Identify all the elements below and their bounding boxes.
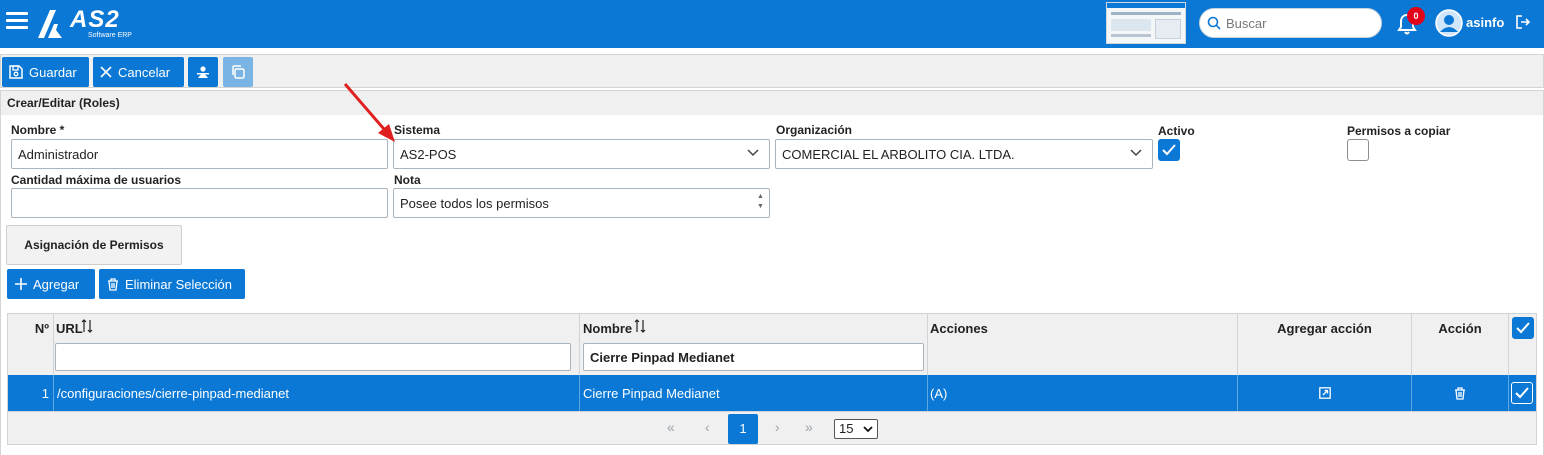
save-icon xyxy=(9,65,23,79)
url-filter-input[interactable] xyxy=(55,343,571,371)
logo-subtitle: Software ERP xyxy=(88,32,132,39)
row-add-action[interactable] xyxy=(1238,375,1412,411)
col-url-label: URL xyxy=(56,321,83,336)
organizacion-select[interactable]: COMERCIAL EL ARBOLITO CIA. LTDA. xyxy=(775,139,1153,169)
chevron-down-icon xyxy=(1130,149,1142,157)
nombre-filter-value: Cierre Pinpad Medianet xyxy=(590,349,735,365)
save-label: Guardar xyxy=(29,64,77,80)
col-nombre-label: Nombre xyxy=(583,321,633,336)
permisos-copiar-label: Permisos a copiar xyxy=(1347,124,1451,138)
chevron-down-icon xyxy=(863,426,873,433)
avatar-icon[interactable] xyxy=(1435,9,1463,37)
delete-selection-label: Eliminar Selección xyxy=(125,276,232,292)
cantidad-field[interactable] xyxy=(11,188,388,218)
user-roles-button[interactable] xyxy=(188,57,218,87)
logo-text: AS2 xyxy=(70,6,120,33)
users-icon xyxy=(197,66,209,78)
permisos-copiar-checkbox[interactable] xyxy=(1347,139,1369,161)
next-page-button[interactable]: › xyxy=(775,419,780,435)
top-navbar: AS2 Software ERP 0 asinfo xyxy=(0,0,1544,48)
cantidad-label: Cantidad máxima de usuarios xyxy=(11,173,182,187)
app-logo[interactable]: AS2 Software ERP xyxy=(36,6,136,42)
col-acciones-header: Acciones xyxy=(928,314,1238,375)
col-agregar-accion-label: Agregar acción xyxy=(1277,321,1372,336)
copy-icon xyxy=(232,65,245,79)
nota-label: Nota xyxy=(394,173,421,187)
sort-icon[interactable] xyxy=(81,319,93,333)
delete-selection-button[interactable]: Eliminar Selección xyxy=(99,269,245,299)
trash-icon[interactable] xyxy=(1454,386,1466,400)
plus-icon xyxy=(15,278,27,290)
menu-icon[interactable] xyxy=(6,12,28,32)
nombre-field[interactable]: Administrador xyxy=(11,139,388,169)
notification-badge: 0 xyxy=(1407,7,1425,25)
open-external-icon[interactable] xyxy=(1318,387,1331,399)
organizacion-label: Organización xyxy=(776,123,853,137)
col-select-header xyxy=(1509,314,1536,375)
row-nombre: Cierre Pinpad Medianet xyxy=(580,375,928,411)
col-accion-label: Acción xyxy=(1438,321,1482,336)
add-button[interactable]: Agregar xyxy=(7,269,95,299)
activo-label: Activo xyxy=(1158,124,1195,138)
col-nombre-header[interactable]: Nombre Cierre Pinpad Medianet xyxy=(580,314,928,375)
trash-icon xyxy=(108,277,118,291)
close-icon xyxy=(100,66,112,78)
username[interactable]: asinfo xyxy=(1466,15,1504,30)
last-page-button[interactable]: » xyxy=(805,419,813,435)
duplicate-button[interactable] xyxy=(223,57,253,87)
screen-thumbnail[interactable] xyxy=(1106,2,1186,44)
sistema-select[interactable]: AS2-POS xyxy=(393,139,770,169)
permissions-table: Nº URL Nombre Cierre Pinpad Medianet Acc… xyxy=(7,313,1537,445)
checkmark-icon xyxy=(1162,144,1176,156)
col-num-label: Nº xyxy=(34,321,49,336)
action-toolbar: Guardar Cancelar xyxy=(0,54,1544,88)
row-acciones: (A) xyxy=(928,375,1238,411)
nombre-label: Nombre * xyxy=(11,123,65,137)
checkmark-icon xyxy=(1515,387,1529,399)
col-num-header: Nº xyxy=(8,314,54,375)
first-page-button[interactable]: « xyxy=(667,419,675,435)
search-input[interactable] xyxy=(1226,13,1376,33)
assign-permissions-button[interactable]: Asignación de Permisos xyxy=(6,225,182,265)
assign-permissions-label: Asignación de Permisos xyxy=(24,238,164,252)
page-size-select[interactable]: 15 xyxy=(834,419,878,439)
select-all-checkbox[interactable] xyxy=(1512,317,1534,339)
row-url: /configuraciones/cierre-pinpad-medianet xyxy=(54,375,580,411)
col-agregar-accion-header: Agregar acción xyxy=(1238,314,1412,375)
col-accion-header: Acción xyxy=(1412,314,1509,375)
panel-title: Crear/Editar (Roles) xyxy=(7,96,120,110)
search-icon xyxy=(1207,16,1221,30)
page-size-value: 15 xyxy=(839,421,854,436)
row-select-cell xyxy=(1509,375,1536,411)
nota-value: Posee todos los permisos xyxy=(400,195,549,211)
pagination: « ‹ 1 › » 15 xyxy=(8,411,1536,445)
row-select-checkbox[interactable] xyxy=(1511,382,1533,404)
save-button[interactable]: Guardar xyxy=(2,57,89,87)
textarea-scroll[interactable]: ▲ ▼ xyxy=(757,192,765,212)
add-label: Agregar xyxy=(33,276,80,292)
checkmark-icon xyxy=(1516,322,1530,334)
nota-textarea[interactable]: Posee todos los permisos ▲ ▼ xyxy=(393,188,770,218)
organizacion-value: COMERCIAL EL ARBOLITO CIA. LTDA. xyxy=(782,146,1015,162)
col-url-header[interactable]: URL xyxy=(54,314,580,375)
logo-mark-icon xyxy=(38,10,62,38)
nombre-value: Administrador xyxy=(18,146,99,162)
logout-icon[interactable] xyxy=(1515,14,1531,30)
sistema-value: AS2-POS xyxy=(400,146,457,162)
panel-header: Crear/Editar (Roles) xyxy=(0,90,1544,116)
table-row[interactable]: 1 /configuraciones/cierre-pinpad-mediane… xyxy=(8,375,1536,411)
row-num: 1 xyxy=(8,375,54,411)
nombre-filter-input[interactable]: Cierre Pinpad Medianet xyxy=(583,343,924,371)
chevron-down-icon xyxy=(747,149,759,157)
cancel-label: Cancelar xyxy=(118,64,171,80)
sort-icon[interactable] xyxy=(634,319,646,333)
activo-checkbox[interactable] xyxy=(1158,139,1180,161)
col-acciones-label: Acciones xyxy=(930,321,988,336)
row-delete-action[interactable] xyxy=(1412,375,1509,411)
page-button-current[interactable]: 1 xyxy=(728,414,758,444)
cancel-button[interactable]: Cancelar xyxy=(93,57,184,87)
sistema-label: Sistema xyxy=(394,123,441,137)
search-box xyxy=(1199,8,1382,38)
prev-page-button[interactable]: ‹ xyxy=(705,419,710,435)
